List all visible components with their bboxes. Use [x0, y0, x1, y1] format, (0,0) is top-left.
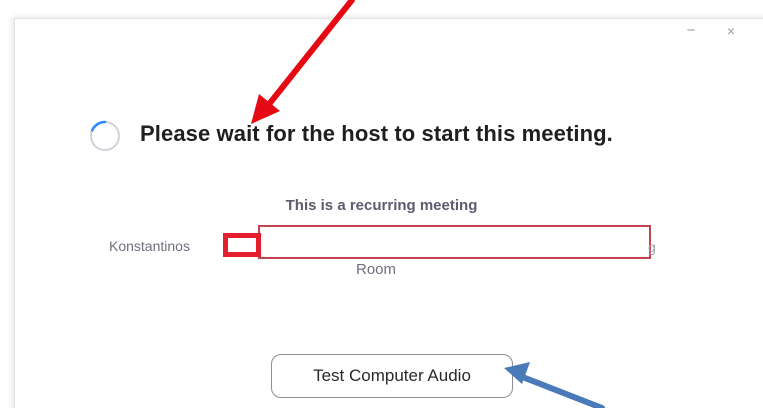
meeting-name-tail: g [648, 239, 656, 255]
minimize-button[interactable]: − [682, 22, 700, 40]
close-button[interactable]: × [722, 22, 740, 40]
meeting-room-label: Room [356, 261, 397, 278]
host-name: Konstantinos [109, 238, 190, 254]
redaction-box-small [223, 233, 261, 257]
waiting-message: Please wait for the host to start this m… [140, 121, 613, 146]
recurring-meeting-label: This is a recurring meeting [285, 197, 478, 214]
loading-spinner-icon [90, 120, 120, 151]
test-computer-audio-button[interactable]: Test Computer Audio [271, 354, 513, 398]
screen: − × Please wait for the host to start th… [0, 0, 763, 408]
redaction-box [258, 225, 651, 259]
